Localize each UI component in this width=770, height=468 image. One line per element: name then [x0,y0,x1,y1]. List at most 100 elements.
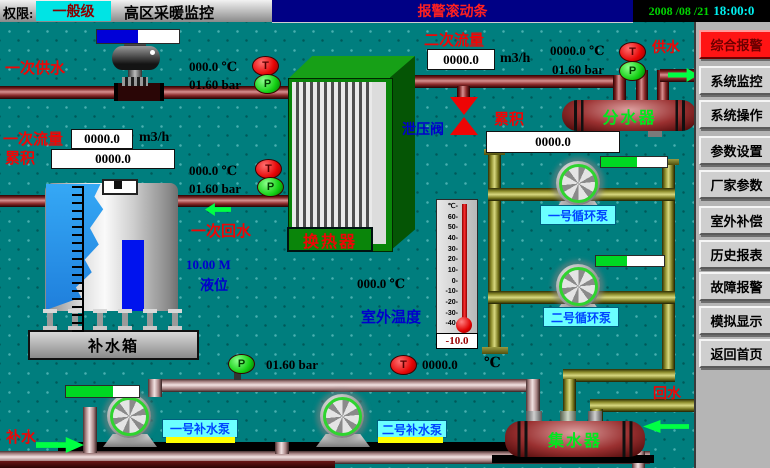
temp-indicator-icon[interactable]: T [252,56,279,76]
pressure-indicator-icon[interactable]: P [228,354,255,374]
relief-valve-icon-lower [450,117,478,135]
valve-stem [128,70,142,77]
thermometer-bulb [456,317,472,333]
circ-pump2-icon[interactable] [556,264,600,308]
relief-valve-label: 泄压阀 [402,119,444,139]
heat-exchanger-end-plate [372,82,386,244]
makeup-pump1-impeller [110,397,149,436]
heat-exchanger-side-face [390,56,415,251]
makeup-flow-bar [65,385,140,398]
primary-return-temp: 000.0 ℃ [189,163,237,179]
primary-accum-label: 累积 [5,147,35,168]
sidebar-button-4[interactable]: 参数设置 [699,136,770,165]
makeup-pump2-impeller [323,397,362,436]
primary-return-label: 一次回水 [191,220,251,241]
makeup-pump2-label[interactable]: 二号补水泵 [377,420,447,438]
tank-level-label: 液位 [200,275,228,295]
thermometer-tick: -10 [446,287,458,298]
thermometer-value: -10.0 [436,333,478,349]
tank-leg-stems [40,313,190,326]
riser-flange-bottom [482,347,508,354]
permission-level-badge: 一般级 [36,1,111,21]
makeup-pump1-icon[interactable] [107,394,151,438]
sidebar-button-10[interactable]: 返回首页 [699,339,770,368]
sidebar-button-1[interactable]: 综合报警 [699,30,770,59]
circ-pump2-speed-fill [596,256,627,266]
makeup-pump1-label[interactable]: 一号补水泵 [162,419,238,438]
primary-supply-temp: 000.0 ℃ [189,59,237,75]
temp-indicator-icon[interactable]: T [390,355,417,375]
sidebar-button-8[interactable]: 故障报警 [699,272,770,301]
sidebar-button-7[interactable]: 历史报表 [699,240,770,269]
makeup-pressure-value: 01.60 bar [266,357,318,373]
tank-level-bar [122,240,144,311]
makeup-label: 补水 [6,426,36,447]
pressure-indicator-icon[interactable]: P [619,61,646,81]
valve-position-bar [96,29,180,44]
pressure-indicator-icon[interactable]: P [257,177,284,197]
sidebar-button-9[interactable]: 模拟显示 [699,306,770,335]
tank-level-value: 10.00 M [186,257,231,273]
time-text: 18:00:0 [713,3,754,19]
valve-indicator-dot [150,50,155,55]
temp-indicator-icon[interactable]: T [255,159,282,179]
distributor-tank[interactable]: 分水器 [562,100,697,131]
temp-indicator-icon[interactable]: T [619,42,646,62]
thermometer-tick: 50 [448,223,458,234]
circ-pump2-speed-bar [595,255,665,267]
circ-pump1-label[interactable]: 一号循环泵 [540,205,616,225]
collector-feed-pipe [563,369,675,382]
circulation-left-riser [488,152,501,350]
circ-pump1-speed-bar [600,156,668,168]
makeup-tank-base: 补水箱 [28,330,199,360]
relief-valve-icon[interactable] [450,97,478,115]
alarm-ticker-bar: 报警滚动条 [272,0,633,23]
primary-accum-value: 0000.0 [51,149,175,169]
makeup-flow-fill [66,386,113,397]
supply-label: 供水 [652,37,680,57]
secondary-pressure: 01.60 bar [552,62,604,78]
thermometer-tick: 40 [448,234,458,245]
secondary-temp: 0000.0 ℃ [550,43,605,59]
collector-tank[interactable]: 集水器 [505,421,645,457]
collector-temp-value: 0000.0 [422,357,458,373]
heat-exchanger-label: 换热器 [287,227,373,252]
secondary-accum-label: 累积 [494,108,524,129]
circ-pump1-icon[interactable] [556,161,600,205]
thermometer-tick: 20 [448,255,458,266]
permission-label: 权限: [3,3,33,22]
date-text: 2008 /08 /21 [649,4,710,19]
sidebar-button-3[interactable]: 系统操作 [699,100,770,129]
sidebar-button-2[interactable]: 系统监控 [699,66,770,95]
sidebar-button-5[interactable]: 厂家参数 [699,170,770,199]
makeup-pump2-icon[interactable] [320,394,364,438]
thermometer-tick: 30 [448,245,458,256]
primary-flow-label: 一次流量 [3,128,63,149]
heat-exchanger-plates [292,82,372,244]
suction-riser-1 [83,407,97,453]
circ-pump2-impeller [559,267,598,306]
makeup-discharge-pipe [148,379,540,392]
outdoor-temp-label: 室外温度 [361,306,421,327]
thermometer-tick: ℃ [448,202,458,213]
pressure-indicator-icon[interactable]: P [254,74,281,94]
thermometer-tick: -20 [446,298,458,309]
makeup-pump1-elbow [148,379,162,397]
circ-pump2-label[interactable]: 二号循环泵 [543,307,619,327]
secondary-flow-label: 二次流量 [424,29,484,50]
thermometer-tick: -30 [446,309,458,320]
primary-return-pressure: 01.60 bar [189,181,241,197]
thermometer-tube [462,204,467,324]
sidebar-button-6[interactable]: 室外补偿 [699,206,770,235]
secondary-accum-value: 0000.0 [486,131,620,153]
makeup-pump1-status-bar [166,437,235,443]
primary-flow-value: 0000.0 [71,129,133,149]
suction-riser-2 [275,442,289,454]
tank-ruler-line [82,186,84,332]
primary-supply-label: 一次供水 [5,57,65,78]
tank-ruler-ticks [72,186,82,332]
page-title: 高区采暖监控 [124,2,214,23]
circ-pump1-impeller [559,164,598,203]
secondary-flow-value: 0000.0 [427,49,495,70]
primary-supply-pressure: 01.60 bar [189,77,241,93]
